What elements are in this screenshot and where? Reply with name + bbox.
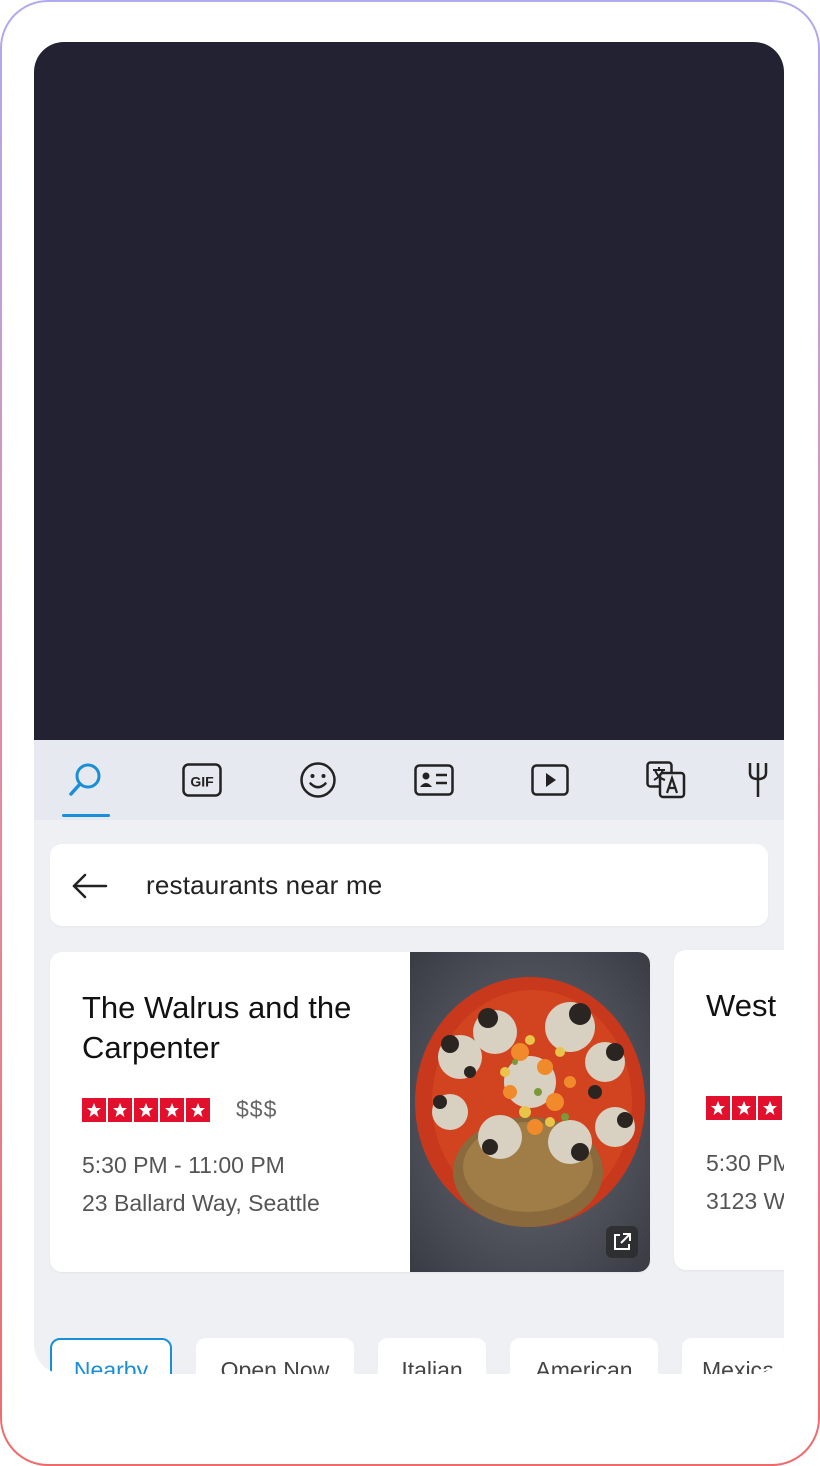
address: 23 Ballard Way, Seattle [82,1190,320,1216]
content-area [34,42,784,740]
chip-american[interactable]: American [510,1338,658,1374]
chip-italian[interactable]: Italian [378,1338,486,1374]
star-icon [706,1096,730,1120]
active-tab-indicator [62,814,110,817]
star-rating [82,1098,210,1122]
emoji-icon [300,762,336,798]
star-rating [706,1096,784,1120]
opening-hours: 5:30 PM - 11:00 PM [82,1152,285,1178]
video-tab[interactable] [514,740,586,820]
back-arrow-icon[interactable] [70,866,110,906]
price-level: $$$ [236,1096,278,1122]
result-card[interactable]: The Walrus and the Carpenter $$$ 5:30 PM… [50,952,650,1272]
chip-nearby[interactable]: Nearby [50,1338,172,1374]
star-icon [160,1098,184,1122]
opening-hours: 5:30 PM [706,1150,784,1176]
food-photo [410,952,650,1272]
emoji-tab[interactable] [282,740,354,820]
search-tab[interactable] [50,740,122,820]
star-icon [758,1096,782,1120]
star-icon [186,1098,210,1122]
gif-tab[interactable]: GIF [166,740,238,820]
address: 3123 W [706,1188,784,1214]
translate-tab[interactable] [630,740,702,820]
restaurant-icon [748,763,768,797]
gif-icon: GIF [182,763,222,797]
search-bar[interactable]: restaurants near me [50,844,768,926]
translate-icon [646,761,686,799]
search-icon [69,763,101,796]
app-screen: GIF restaurants near me The Walrus and t… [34,42,784,1374]
result-card[interactable]: West Little 5:30 PM 3123 W [674,950,784,1270]
open-external-button[interactable] [606,1226,638,1258]
external-link-icon [614,1233,631,1250]
search-query[interactable]: restaurants near me [146,870,382,901]
video-icon [531,764,569,796]
restaurant-name: The Walrus and the Carpenter [82,990,352,1065]
star-icon [108,1098,132,1122]
restaurant-name: West Little [706,988,784,1023]
star-icon [82,1098,106,1122]
gif-label: GIF [190,774,214,790]
contact-tab[interactable] [398,740,470,820]
extension-toolbar: GIF [34,740,784,820]
chip-open-now[interactable]: Open Now [196,1338,354,1374]
star-icon [732,1096,756,1120]
results-panel: restaurants near me The Walrus and the C… [34,820,784,1374]
chip-mexican[interactable]: Mexican [682,1338,784,1374]
contact-card-icon [414,764,454,796]
star-icon [134,1098,158,1122]
restaurant-tab[interactable] [746,740,784,820]
